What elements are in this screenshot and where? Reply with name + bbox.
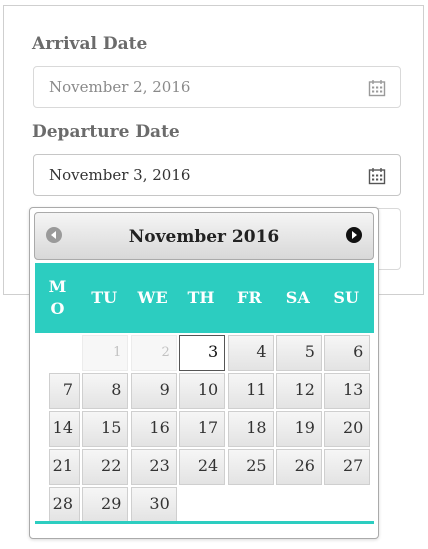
day-cell[interactable]: 27 bbox=[324, 449, 371, 485]
day-cell[interactable]: 7 bbox=[49, 373, 80, 409]
day-cell[interactable]: 10 bbox=[179, 373, 226, 409]
departure-date-label: Departure Date bbox=[32, 122, 180, 142]
calendar-grid: MO TU WE TH FR SA SU 1 2 3 4 5 6 7 8 9 1… bbox=[35, 263, 374, 523]
day-cell-disabled: 2 bbox=[130, 335, 177, 371]
day-cell[interactable]: 23 bbox=[130, 449, 177, 485]
day-cell[interactable]: 26 bbox=[275, 449, 322, 485]
day-cell-empty bbox=[228, 487, 274, 523]
day-cell[interactable]: 29 bbox=[82, 487, 129, 523]
day-cell[interactable]: 4 bbox=[227, 335, 274, 371]
datepicker-popup: November 2016 MO TU WE TH FR SA SU 1 2 3… bbox=[29, 207, 379, 539]
day-cell[interactable]: 11 bbox=[227, 373, 274, 409]
weekday-header-row: MO TU WE TH FR SA SU bbox=[35, 263, 374, 333]
day-cell[interactable]: 9 bbox=[130, 373, 177, 409]
day-cell[interactable]: 20 bbox=[324, 411, 371, 447]
weekday-header: FR bbox=[237, 288, 262, 307]
day-cell[interactable]: 12 bbox=[275, 373, 322, 409]
month-name: November bbox=[128, 227, 226, 247]
weekday-header: SA bbox=[285, 288, 310, 307]
week-row: 7 8 9 10 11 12 13 bbox=[35, 371, 374, 409]
weekday-header: MO bbox=[35, 263, 80, 333]
day-cell[interactable]: 5 bbox=[275, 335, 322, 371]
day-cell[interactable]: 24 bbox=[179, 449, 226, 485]
week-row: 28 29 30 bbox=[35, 485, 374, 523]
day-cell[interactable]: 22 bbox=[82, 449, 129, 485]
week-row: 1 2 3 4 5 6 bbox=[35, 333, 374, 371]
day-cell[interactable]: 8 bbox=[82, 373, 129, 409]
week-row: 14 15 16 17 18 19 20 bbox=[35, 409, 374, 447]
day-cell-empty bbox=[179, 487, 225, 523]
day-cell-disabled: 1 bbox=[82, 335, 129, 371]
day-cell[interactable]: 15 bbox=[82, 411, 129, 447]
weekday-header: TU bbox=[91, 288, 118, 307]
departure-date-field[interactable]: November 3, 2016 bbox=[33, 154, 401, 196]
day-cell[interactable]: 16 bbox=[130, 411, 177, 447]
day-cell[interactable]: 14 bbox=[49, 411, 80, 447]
weekday-header: SU bbox=[333, 288, 359, 307]
calendar-icon[interactable] bbox=[368, 167, 386, 185]
year: 2016 bbox=[231, 227, 280, 247]
day-cell[interactable]: 21 bbox=[49, 449, 80, 485]
arrival-date-label: Arrival Date bbox=[32, 34, 148, 54]
day-cell[interactable]: 19 bbox=[275, 411, 322, 447]
weekday-header: WE bbox=[137, 288, 168, 307]
day-cell[interactable]: 6 bbox=[324, 335, 371, 371]
day-cell[interactable]: 18 bbox=[227, 411, 274, 447]
day-cell[interactable]: 25 bbox=[227, 449, 274, 485]
departure-date-value: November 3, 2016 bbox=[49, 166, 191, 184]
datepicker-accent-bar bbox=[35, 521, 374, 524]
calendar-icon[interactable] bbox=[368, 79, 386, 97]
weekday-header: TH bbox=[187, 288, 215, 307]
datepicker-title: November 2016 bbox=[35, 227, 373, 247]
day-cell-empty bbox=[324, 487, 370, 523]
day-cell[interactable]: 30 bbox=[130, 487, 177, 523]
day-cell[interactable]: 17 bbox=[179, 411, 226, 447]
datepicker-header: November 2016 bbox=[34, 212, 374, 260]
weekday-mo-text: MO bbox=[48, 277, 67, 318]
week-row: 21 22 23 24 25 26 27 bbox=[35, 447, 374, 485]
day-cell-selected[interactable]: 3 bbox=[179, 335, 226, 371]
day-cell[interactable]: 13 bbox=[324, 373, 371, 409]
next-month-icon[interactable] bbox=[345, 226, 363, 244]
day-cell-empty bbox=[276, 487, 322, 523]
arrival-date-value: November 2, 2016 bbox=[49, 78, 191, 96]
day-cell[interactable]: 28 bbox=[49, 487, 80, 523]
arrival-date-field[interactable]: November 2, 2016 bbox=[33, 66, 401, 108]
day-cell-empty bbox=[49, 335, 80, 371]
